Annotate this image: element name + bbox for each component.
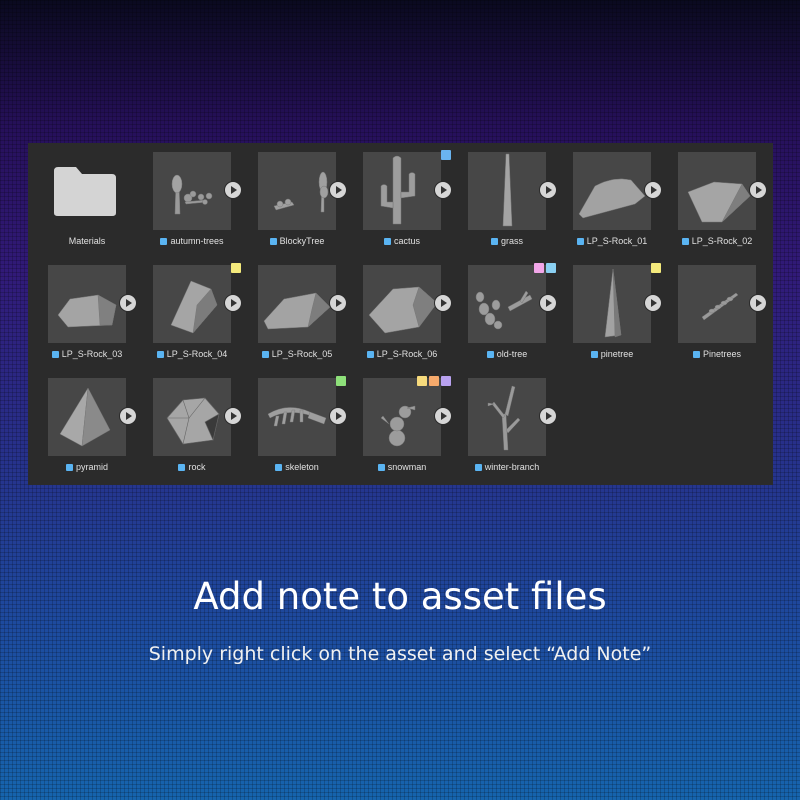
asset-label: snowman (343, 462, 461, 472)
asset-label: LP_S-Rock_06 (343, 349, 461, 359)
asset-label: grass (448, 236, 566, 246)
asset-label: LP_S-Rock_05 (238, 349, 356, 359)
cube-icon (275, 464, 283, 471)
asset-label: cactus (343, 236, 461, 246)
asset-thumbnail (153, 265, 231, 343)
asset-label: BlockyTree (238, 236, 356, 246)
cube-icon (474, 464, 482, 471)
asset-thumbnail (573, 265, 651, 343)
note-icon[interactable] (534, 263, 544, 273)
cube-icon (156, 351, 164, 358)
asset-item-grass[interactable]: grass (448, 143, 557, 253)
asset-thumbnail (468, 378, 546, 456)
cube-icon (366, 351, 374, 358)
cube-icon (261, 351, 269, 358)
play-preview-button[interactable] (539, 407, 557, 425)
asset-label: pinetree (553, 349, 671, 359)
asset-thumbnail (363, 378, 441, 456)
asset-label: Pinetrees (658, 349, 776, 359)
asset-item-pinetree[interactable]: pinetree (553, 256, 662, 366)
asset-item-pyramid[interactable]: pyramid (28, 369, 137, 479)
asset-item-cactus[interactable]: cactus (343, 143, 452, 253)
cube-icon (490, 238, 498, 245)
note-icon[interactable] (417, 376, 427, 386)
asset-item-snowman[interactable]: snowman (343, 369, 452, 479)
cube-icon (486, 351, 494, 358)
asset-thumbnail (153, 378, 231, 456)
asset-item-rock[interactable]: rock (133, 369, 242, 479)
asset-thumbnail (48, 378, 126, 456)
asset-item-pinetrees[interactable]: Pinetrees (658, 256, 767, 366)
cube-icon (269, 238, 277, 245)
cube-icon (51, 351, 59, 358)
asset-item-lp-s-rock-06[interactable]: LP_S-Rock_06 (343, 256, 452, 366)
asset-label: rock (133, 462, 251, 472)
asset-label: old-tree (448, 349, 566, 359)
cube-icon (160, 238, 168, 245)
cube-icon (576, 238, 584, 245)
promo-heading: Add note to asset files (193, 575, 607, 618)
folder-icon (54, 167, 116, 216)
asset-item-materials[interactable]: Materials (28, 143, 128, 253)
asset-thumbnail (468, 265, 546, 343)
asset-thumbnail (363, 265, 441, 343)
asset-item-lp-s-rock-03[interactable]: LP_S-Rock_03 (28, 256, 137, 366)
promo-subheading: Simply right click on the asset and sele… (148, 643, 652, 665)
asset-label: pyramid (28, 462, 146, 472)
asset-thumbnail (153, 152, 231, 230)
asset-label: LP_S-Rock_04 (133, 349, 251, 359)
cube-icon (692, 351, 700, 358)
asset-thumbnail (258, 378, 336, 456)
asset-thumbnail (678, 265, 756, 343)
asset-label: autumn-trees (133, 236, 251, 246)
cube-icon (65, 464, 73, 471)
asset-thumbnail (48, 265, 126, 343)
cube-icon (681, 238, 689, 245)
asset-thumbnail (468, 152, 546, 230)
asset-item-blockytree[interactable]: BlockyTree (238, 143, 347, 253)
asset-item-skeleton[interactable]: skeleton (238, 369, 347, 479)
asset-label: LP_S-Rock_03 (28, 349, 146, 359)
cube-icon (383, 238, 391, 245)
asset-item-autumn-trees[interactable]: autumn-trees (133, 143, 242, 253)
asset-thumbnail (258, 152, 336, 230)
asset-thumbnail (573, 152, 651, 230)
asset-label: Materials (68, 236, 106, 246)
asset-item-lp-s-rock-04[interactable]: LP_S-Rock_04 (133, 256, 242, 366)
cube-icon (590, 351, 598, 358)
cube-icon (178, 464, 186, 471)
asset-thumbnail (678, 152, 756, 230)
asset-label: LP_S-Rock_02 (658, 236, 776, 246)
asset-label: LP_S-Rock_01 (553, 236, 671, 246)
asset-item-winter-branch[interactable]: winter-branch (448, 369, 557, 479)
note-indicators (417, 376, 451, 386)
cube-icon (377, 464, 385, 471)
note-icon[interactable] (429, 376, 439, 386)
play-preview-button[interactable] (749, 181, 767, 199)
asset-browser-panel: Materials autumn-trees BlockyTree cactus… (28, 143, 773, 485)
asset-thumbnail (363, 152, 441, 230)
asset-item-old-tree[interactable]: old-tree (448, 256, 557, 366)
asset-label: skeleton (238, 462, 356, 472)
asset-item-lp-s-rock-02[interactable]: LP_S-Rock_02 (658, 143, 767, 253)
asset-item-lp-s-rock-05[interactable]: LP_S-Rock_05 (238, 256, 347, 366)
asset-item-lp-s-rock-01[interactable]: LP_S-Rock_01 (553, 143, 662, 253)
asset-thumbnail (258, 265, 336, 343)
play-preview-button[interactable] (749, 294, 767, 312)
asset-label: winter-branch (448, 462, 566, 472)
